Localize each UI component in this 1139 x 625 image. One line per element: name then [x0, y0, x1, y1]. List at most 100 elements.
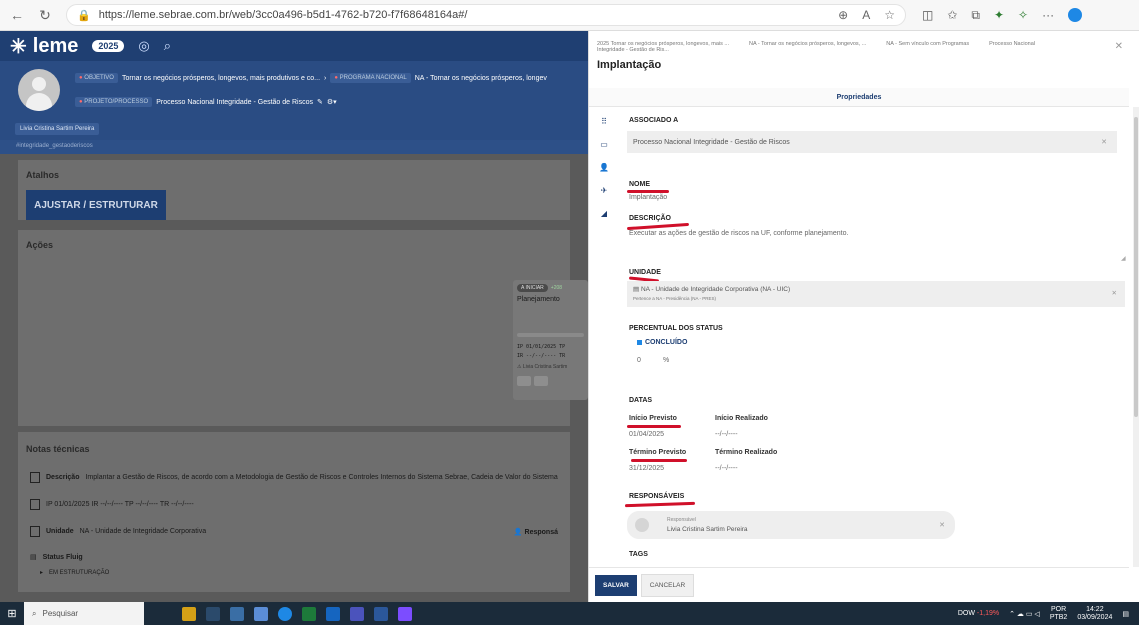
file-icon[interactable]: [534, 376, 548, 386]
tags-label: TAGS: [629, 551, 648, 558]
datas-label: DATAS: [629, 397, 653, 404]
split-screen-icon[interactable]: ◫: [922, 8, 933, 23]
panel-crumb-4[interactable]: Processo Nacional: [989, 41, 1035, 53]
ajustar-button[interactable]: AJUSTAR / ESTRUTURAR: [26, 190, 166, 220]
clock[interactable]: 14:22 03/09/2024: [1077, 606, 1112, 622]
back-icon[interactable]: ←: [6, 4, 28, 26]
atalhos-title: Atalhos: [26, 170, 60, 180]
breadcrumb: ● OBJETIVO Tornar os negócios prósperos,…: [75, 73, 547, 83]
search-icon[interactable]: ⌕: [164, 38, 171, 54]
taskbar-search[interactable]: ⌕ Pesquisar: [24, 602, 144, 625]
search-icon: ⌕: [32, 608, 37, 618]
favorite-star-icon[interactable]: ☆: [884, 8, 895, 22]
reload-icon[interactable]: ↻: [34, 4, 56, 26]
extension-icon[interactable]: ✦: [994, 8, 1004, 23]
app-icon[interactable]: [398, 606, 412, 621]
programa-text[interactable]: NA - Tornar os negócios prósperos, longe…: [415, 75, 547, 82]
copilot-icon[interactable]: [1068, 7, 1083, 22]
app-icon[interactable]: [254, 606, 268, 621]
collections-icon[interactable]: ⧉: [971, 8, 980, 23]
user-chip[interactable]: Livia Cristina Sartim Pereira: [15, 123, 100, 135]
inicio-realizado-field[interactable]: --/--/----: [715, 431, 738, 438]
user-icon[interactable]: 👤: [599, 163, 609, 172]
termino-previsto-label: Término Previsto: [629, 449, 687, 456]
termino-realizado-field[interactable]: --/--/----: [715, 465, 738, 472]
red-underline: [627, 190, 669, 193]
hierarchy-icon[interactable]: [517, 376, 531, 386]
scrollbar[interactable]: [1133, 107, 1139, 567]
percent-value[interactable]: 0: [637, 357, 641, 364]
associado-label: ASSOCIADO A: [629, 117, 679, 124]
calendar-icon[interactable]: ▭: [600, 140, 608, 149]
termino-previsto-field[interactable]: 31/12/2025: [629, 465, 664, 472]
responsavel-chip[interactable]: Responsável Livia Cristina Sartim Pereira…: [627, 511, 955, 539]
save-button[interactable]: SALVAR: [595, 574, 637, 596]
lock-icon: 🔒: [77, 9, 91, 22]
red-underline: [631, 459, 687, 462]
panel-crumb-3[interactable]: NA - Sem vínculo com Programas: [886, 41, 969, 53]
excel-icon[interactable]: [302, 606, 316, 621]
descricao-field[interactable]: Executar as ações de gestão de riscos na…: [629, 230, 848, 237]
clear-icon[interactable]: ✕: [1112, 289, 1117, 297]
edge-icon[interactable]: [278, 606, 292, 621]
rocket-icon[interactable]: ✈: [601, 186, 608, 195]
notas-unidade: Unidade NA - Unidade de Integridade Corpo…: [18, 522, 570, 541]
document-icon: [30, 472, 40, 483]
app-icon[interactable]: [182, 606, 196, 621]
more-icon[interactable]: ···: [1042, 8, 1054, 23]
grid-icon[interactable]: ⠿: [601, 117, 607, 126]
notifications-icon[interactable]: ▤: [1122, 610, 1129, 618]
status-badge: A INICIAR: [517, 284, 548, 292]
panel-breadcrumb: 2025 Tornar os negócios prósperos, longe…: [589, 31, 1139, 53]
year-selector[interactable]: 2025: [92, 40, 125, 52]
inicio-realizado-label: Início Realizado: [715, 415, 768, 422]
clear-icon[interactable]: ✕: [1101, 138, 1107, 146]
word-icon[interactable]: [374, 606, 388, 621]
status-icon: ▤: [30, 554, 37, 561]
tray-icons[interactable]: ⌃ ☁ ▭ ◁: [1009, 610, 1040, 618]
panel-crumb-2[interactable]: NA - Tornar os negócios prósperos, longe…: [749, 41, 866, 53]
panel-title: Implantação: [597, 59, 662, 71]
properties-panel: 2025 Tornar os negócios prósperos, longe…: [588, 31, 1139, 602]
task-view-icon[interactable]: [206, 606, 220, 621]
red-underline: [627, 425, 681, 428]
avatar: [18, 69, 60, 111]
stock-widget[interactable]: DOW -1,19%: [958, 610, 999, 617]
resize-handle-icon[interactable]: ◢: [1121, 255, 1126, 262]
favorites-icon[interactable]: ✩: [947, 8, 957, 23]
remove-icon[interactable]: ✕: [939, 521, 945, 529]
windows-start-icon[interactable]: ⊞: [0, 602, 24, 625]
inicio-previsto-field[interactable]: 01/04/2025: [629, 431, 664, 438]
cancel-button[interactable]: CANCELAR: [640, 573, 695, 597]
close-icon[interactable]: ✕: [1115, 41, 1123, 53]
percentual-label: PERCENTUAL DOS STATUS: [629, 325, 723, 332]
panel-crumb-1[interactable]: 2025 Tornar os negócios prósperos, longe…: [597, 41, 729, 53]
projeto-text[interactable]: Processo Nacional Integridade - Gestão d…: [156, 99, 313, 106]
nome-field[interactable]: Implantação: [629, 194, 667, 201]
extension-2-icon[interactable]: ✧: [1018, 8, 1028, 23]
kanban-dates-2: IR --/--/---- TR: [517, 353, 566, 359]
count-badge: +208: [550, 285, 563, 291]
percent-unit: %: [663, 357, 670, 364]
kanban-card[interactable]: A INICIAR +208 Planejamento IP 01/01/2025…: [513, 280, 588, 400]
teams-icon[interactable]: [350, 606, 364, 621]
language-indicator[interactable]: POR PTB2: [1050, 606, 1068, 622]
tab-propriedades[interactable]: Propriedades: [589, 88, 1129, 107]
hashtag[interactable]: #integridade_gestaoderiscos: [0, 140, 588, 154]
unidade-field[interactable]: ▤ NA - Unidade de Integridade Corporativ…: [627, 281, 1125, 307]
acoes-card: Ações A INICIAR +208 Planejamento IP 01/0…: [18, 230, 588, 426]
read-aloud-icon[interactable]: A: [862, 8, 870, 22]
edit-icon[interactable]: ✎: [317, 98, 323, 106]
objetivo-text[interactable]: Tornar os negócios prósperos, longevos, …: [122, 75, 320, 82]
user-circle-icon[interactable]: ◎: [138, 38, 149, 54]
chart-icon[interactable]: ◢: [601, 209, 607, 218]
logo[interactable]: ✳ leme: [10, 34, 78, 59]
zoom-icon[interactable]: ⊕: [838, 8, 848, 22]
address-bar[interactable]: 🔒 https://leme.sebrae.com.br/web/3cc0a49…: [66, 4, 906, 26]
associado-field[interactable]: Processo Nacional Integridade - Gestão d…: [627, 131, 1117, 153]
projeto-tag: ● PROJETO/PROCESSO: [75, 97, 153, 107]
app-icon[interactable]: [230, 606, 244, 621]
outlook-icon[interactable]: [326, 606, 340, 621]
url-text: https://leme.sebrae.com.br/web/3cc0a496-…: [98, 9, 468, 21]
settings-icon[interactable]: ⚙▾: [327, 98, 337, 106]
